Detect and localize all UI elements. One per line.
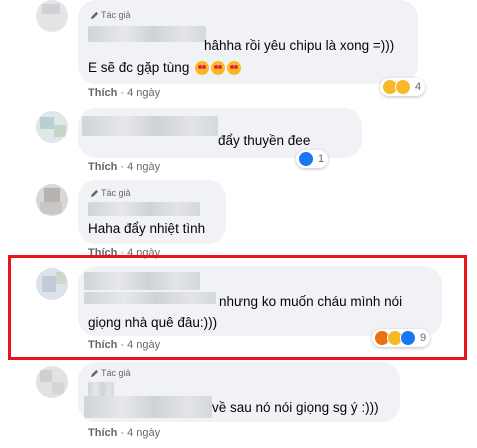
wow-reaction-icon: [395, 79, 411, 95]
author-badge: Tác giả: [90, 368, 131, 378]
pencil-icon: [90, 189, 99, 197]
comment-bubble-5: Tác giả về sau nó nói giọng sg ý :))): [78, 362, 400, 422]
comment-meta: Thích · 4 ngày: [88, 87, 161, 99]
like-link[interactable]: Thích: [88, 427, 117, 439]
like-link[interactable]: Thích: [88, 161, 117, 173]
commenter-name-redacted: [84, 272, 200, 290]
comment-text: về sau nó nói giọng sg ý :))): [212, 400, 379, 415]
heart-eyes-emoji: [227, 61, 242, 76]
commenter-name-redacted: [88, 26, 206, 42]
reaction-summary[interactable]: 9: [372, 329, 431, 347]
commenter-name-redacted: [88, 202, 200, 216]
commenter-name-redacted: [82, 116, 218, 136]
like-link[interactable]: Thích: [88, 87, 117, 99]
commenter-name-redacted: [88, 382, 114, 396]
pencil-icon: [90, 369, 99, 377]
comment-text: nhưng ko muốn cháu mình nói: [219, 294, 403, 309]
comment-text: hâhha rồi yêu chipu là xong =))): [204, 38, 395, 53]
commenter-name-redacted: [84, 396, 212, 418]
reaction-summary[interactable]: 4: [380, 78, 426, 96]
avatar[interactable]: [36, 366, 68, 398]
comment-bubble-3: Tác giả Haha đẩy nhiệt tình: [78, 180, 226, 244]
comment-text: Haha đẩy nhiệt tình: [88, 221, 206, 236]
like-link[interactable]: Thích: [88, 339, 117, 351]
commenter-name-redacted: [84, 292, 216, 304]
comment-meta: Thích · 4 ngày: [88, 161, 161, 173]
comment-text: đẩy thuyền đee: [218, 133, 311, 148]
like-reaction-icon: [400, 330, 416, 346]
heart-eyes-emoji: [211, 61, 226, 76]
avatar[interactable]: [36, 184, 68, 216]
author-badge: Tác giả: [90, 10, 131, 20]
comment-bubble-4: nhưng ko muốn cháu mình nói giọng nhà qu…: [78, 266, 442, 336]
comment-text: E sẽ đc gặp tùng: [88, 60, 242, 76]
reaction-summary[interactable]: 1: [296, 150, 329, 168]
comment-meta: Thích · 4 ngày: [88, 339, 161, 351]
author-badge: Tác giả: [90, 188, 131, 198]
avatar[interactable]: [36, 111, 68, 143]
comment-meta: Thích · 4 ngày: [88, 427, 161, 439]
like-reaction-icon: [298, 151, 314, 167]
avatar[interactable]: [36, 0, 68, 32]
pencil-icon: [90, 11, 99, 19]
comment-bubble-1: Tác giả hâhha rồi yêu chipu là xong =)))…: [78, 0, 418, 84]
avatar[interactable]: [36, 268, 68, 300]
comment-text: giọng nhà quê đâu:))): [88, 315, 218, 330]
heart-eyes-emoji: [195, 61, 210, 76]
